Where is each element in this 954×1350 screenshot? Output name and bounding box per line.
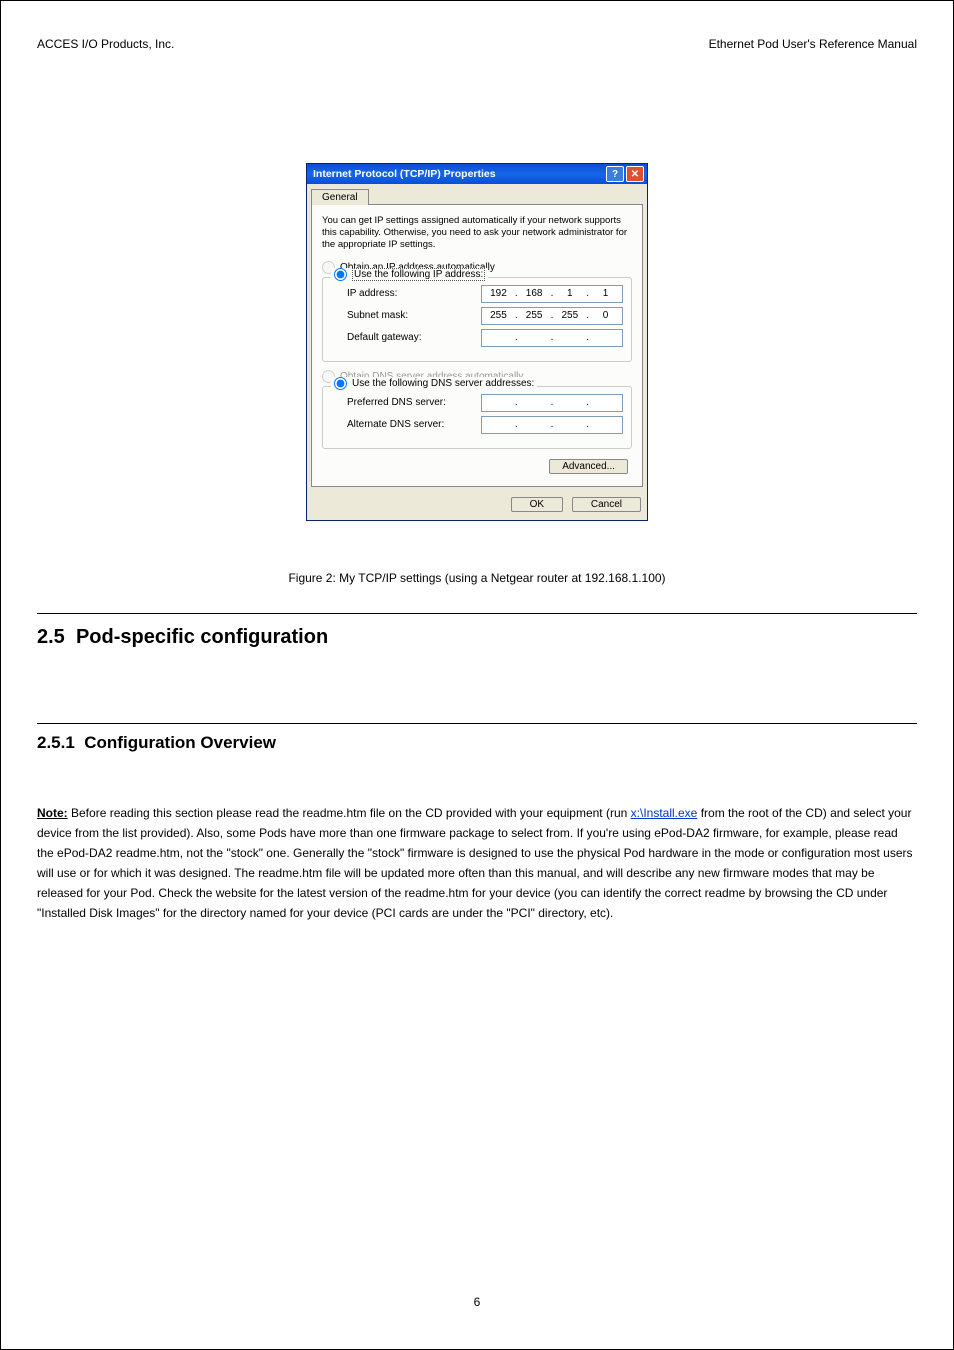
ip-address-input[interactable]: 192.168.1.1 xyxy=(481,285,623,303)
radio-use-ip[interactable]: Use the following IP address: xyxy=(331,268,488,281)
radio-use-dns[interactable]: Use the following DNS server addresses: xyxy=(331,377,537,390)
subnet-mask-label: Subnet mask: xyxy=(347,310,408,321)
help-icon[interactable]: ? xyxy=(606,166,624,182)
figure-caption: Figure 2: My TCP/IP settings (using a Ne… xyxy=(288,571,665,585)
cancel-button[interactable]: Cancel xyxy=(572,497,641,512)
alternate-dns-label: Alternate DNS server: xyxy=(347,419,444,430)
tcpip-dialog: Internet Protocol (TCP/IP) Properties ? … xyxy=(306,163,648,521)
subnet-mask-input[interactable]: 255.255.255.0 xyxy=(481,307,623,325)
header-right: Ethernet Pod User's Reference Manual xyxy=(709,37,917,51)
install-link[interactable]: x:\Install.exe xyxy=(631,806,698,820)
figure-dialog-screenshot: Internet Protocol (TCP/IP) Properties ? … xyxy=(306,163,648,521)
section-heading: 2.5 Pod-specific configuration xyxy=(37,626,917,649)
divider xyxy=(37,723,917,724)
advanced-button[interactable]: Advanced... xyxy=(549,459,628,474)
page-number: 6 xyxy=(474,1295,481,1309)
body-paragraph: Note: Before reading this section please… xyxy=(37,803,917,923)
tab-general[interactable]: General xyxy=(311,189,369,205)
default-gateway-input[interactable]: . . . xyxy=(481,329,623,347)
default-gateway-label: Default gateway: xyxy=(347,332,422,343)
dialog-title: Internet Protocol (TCP/IP) Properties xyxy=(313,168,496,180)
header-left: ACCES I/O Products, Inc. xyxy=(37,37,174,51)
divider xyxy=(37,613,917,614)
alternate-dns-input[interactable]: . . . xyxy=(481,416,623,434)
dialog-description: You can get IP settings assigned automat… xyxy=(322,215,632,251)
close-icon[interactable]: ✕ xyxy=(626,166,644,182)
ok-button[interactable]: OK xyxy=(511,497,563,512)
preferred-dns-input[interactable]: . . . xyxy=(481,394,623,412)
ip-address-label: IP address: xyxy=(347,288,397,299)
subsection-heading: 2.5.1 Configuration Overview xyxy=(37,733,917,753)
dialog-titlebar: Internet Protocol (TCP/IP) Properties ? … xyxy=(307,164,647,184)
preferred-dns-label: Preferred DNS server: xyxy=(347,397,446,408)
